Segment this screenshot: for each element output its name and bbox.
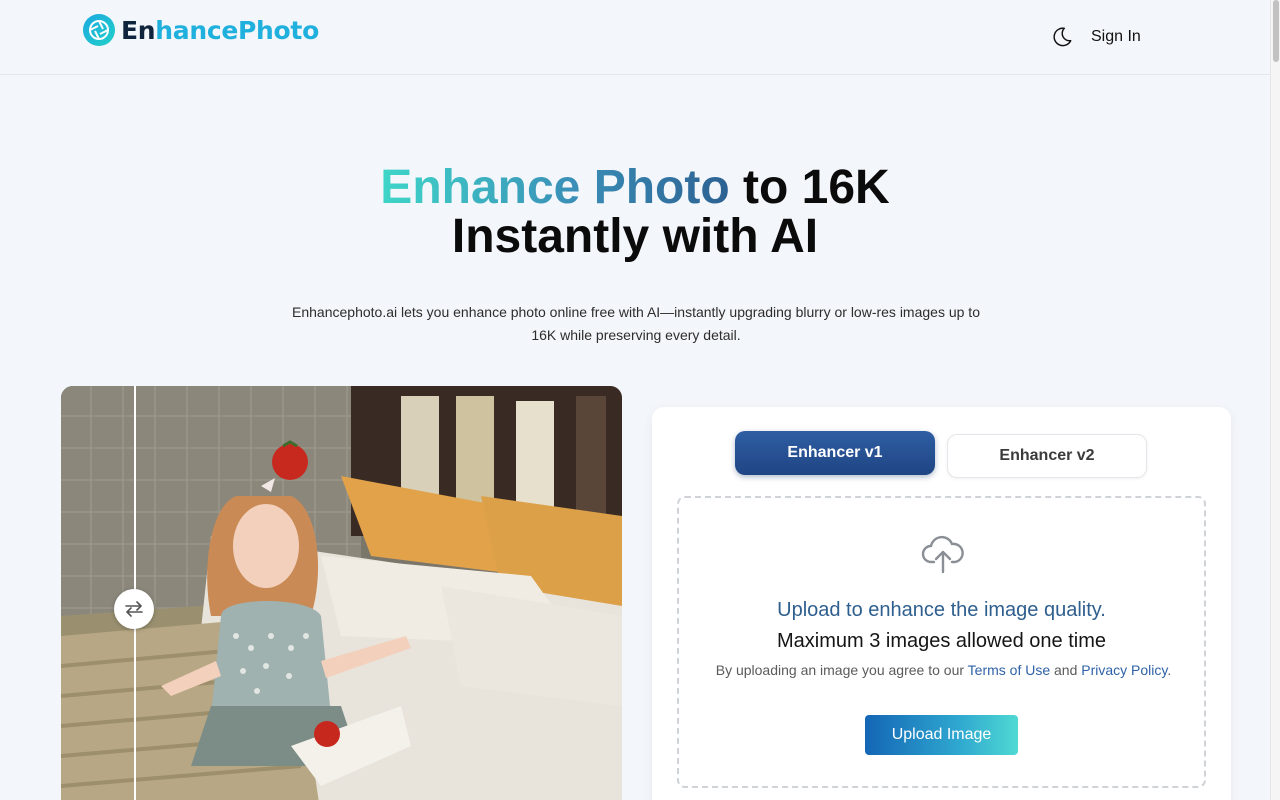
before-after-image[interactable] <box>61 386 622 800</box>
privacy-policy-link[interactable]: Privacy Policy <box>1081 662 1167 678</box>
tab-enhancer-v2[interactable]: Enhancer v2 <box>947 434 1147 478</box>
site-header: EnhancePhoto Sign In <box>0 0 1270 75</box>
upload-heading: Upload to enhance the image quality. <box>777 599 1106 621</box>
hero-title-line2: Instantly with AI <box>451 210 819 263</box>
tab-enhancer-v1[interactable]: Enhancer v1 <box>735 431 935 475</box>
compare-slider-handle[interactable] <box>114 589 154 629</box>
scrollbar-thumb[interactable] <box>1273 0 1279 62</box>
theme-toggle-button[interactable] <box>1050 25 1074 49</box>
logo[interactable]: EnhancePhoto <box>82 13 319 47</box>
upload-card: Enhancer v1 Enhancer v2 Upload to enhanc… <box>652 407 1231 800</box>
logo-text: EnhancePhoto <box>121 15 319 45</box>
upload-agreement-text: By uploading an image you agree to our T… <box>715 662 1172 678</box>
upload-limit-note: Maximum 3 images allowed one time <box>776 630 1107 652</box>
hero-title-highlight: Enhance Photo <box>380 161 730 214</box>
upload-image-button[interactable]: Upload Image <box>865 715 1018 755</box>
cloud-upload-icon <box>921 535 964 574</box>
hero-title: Enhance Photo to 16K Instantly with AI <box>0 163 1270 261</box>
hero-subtitle: Enhancephoto.ai lets you enhance photo o… <box>292 304 980 343</box>
moon-icon <box>1053 27 1072 47</box>
page-scrollbar[interactable] <box>1270 0 1280 800</box>
swap-arrows-icon <box>125 601 143 617</box>
terms-of-use-link[interactable]: Terms of Use <box>968 662 1050 678</box>
sign-in-link[interactable]: Sign In <box>1091 28 1141 46</box>
hero-title-rest: to 16K <box>729 161 890 214</box>
camera-aperture-logo-icon <box>83 14 115 46</box>
upload-dropzone[interactable]: Upload to enhance the image quality. Max… <box>677 496 1206 788</box>
